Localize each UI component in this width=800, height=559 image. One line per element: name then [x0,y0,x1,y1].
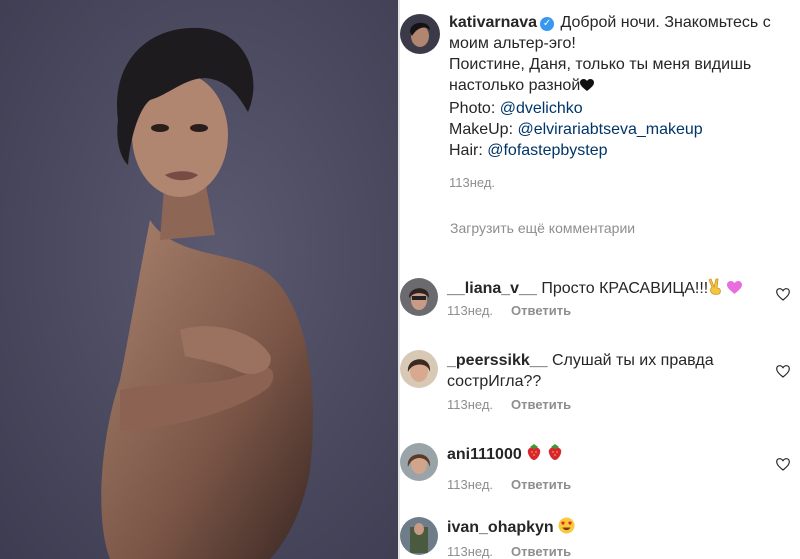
credit-label: MakeUp: [449,121,518,138]
comment-body: ivan_ohapkyn [447,517,747,540]
comments-panel: kativarnava ✓ Доброй ночи. Знакомьтесь с … [400,0,800,559]
commenter-avatar[interactable] [400,278,438,316]
comment-text-line2: сострИгла?? [447,373,542,390]
reply-button[interactable]: Ответить [511,397,571,412]
credit-label: Photo: [449,100,500,117]
caption-line: Поистине, Даня, только ты меня видишь [449,56,752,73]
comment-text: Просто КРАСАВИЦА!!! [541,280,709,297]
like-heart-icon[interactable] [776,288,790,301]
commenter-avatar[interactable] [400,517,438,555]
reply-button[interactable]: Ответить [511,477,571,492]
comment-body: ani111000 [447,443,747,467]
credit-link-photo[interactable]: @dvelichko [500,100,583,117]
caption-text: kativarnava ✓ Доброй ночи. Знакомьтесь с … [449,12,789,161]
credit-link-makeup[interactable]: @elvirariabtseva_makeup [517,121,702,138]
comment-body: __liana_v__ Просто КРАСАВИЦА!!! [447,278,747,301]
caption-line: Доброй ночи. Знакомьтесь с [560,14,771,31]
comment-text: Слушай ты их правда [551,352,714,369]
reply-button[interactable]: Ответить [511,303,571,318]
strawberry-emoji [547,443,563,467]
comment-meta: 113нед. Ответить [447,303,571,318]
load-more-comments-button[interactable]: Загрузить ещё комментарии [450,220,635,236]
commenter-username[interactable]: _peerssikk__ [447,352,548,369]
comment-meta: 113нед. Ответить [447,477,571,492]
commenter-avatar[interactable] [400,443,438,481]
comment-time[interactable]: 113нед. [447,303,493,318]
commenter-username[interactable]: ani111000 [447,446,522,463]
author-username[interactable]: kativarnava [449,14,537,31]
black-heart-emoji [580,77,595,98]
post-timestamp[interactable]: 113нед. [449,175,495,190]
author-avatar[interactable] [400,14,440,54]
comment-time[interactable]: 113нед. [447,544,493,559]
comment-time[interactable]: 113нед. [447,477,493,492]
comment-meta: 113нед. Ответить [447,397,571,412]
heart-eyes-emoji [558,517,575,540]
commenter-avatar[interactable] [400,350,438,388]
commenter-username[interactable]: __liana_v__ [447,280,537,297]
caption-line: моим альтер-эго! [449,35,576,52]
like-heart-icon[interactable] [776,458,790,471]
credit-label: Hair: [449,142,488,159]
purple-heart-emoji [726,280,742,301]
comment-body: _peerssikk__ Слушай ты их правда сострИг… [447,350,747,392]
comment-meta: 113нед. Ответить [447,544,571,559]
caption-line: настолько разной [449,77,581,94]
comment-time[interactable]: 113нед. [447,397,493,412]
like-heart-icon[interactable] [776,365,790,378]
post-photo[interactable] [0,0,398,559]
reply-button[interactable]: Ответить [511,544,571,559]
credit-link-hair[interactable]: @fofastepbystep [487,142,607,159]
strawberry-emoji [526,443,542,467]
verified-badge-icon: ✓ [540,17,555,31]
victory-hand-emoji [708,278,722,301]
commenter-username[interactable]: ivan_ohapkyn [447,519,554,536]
